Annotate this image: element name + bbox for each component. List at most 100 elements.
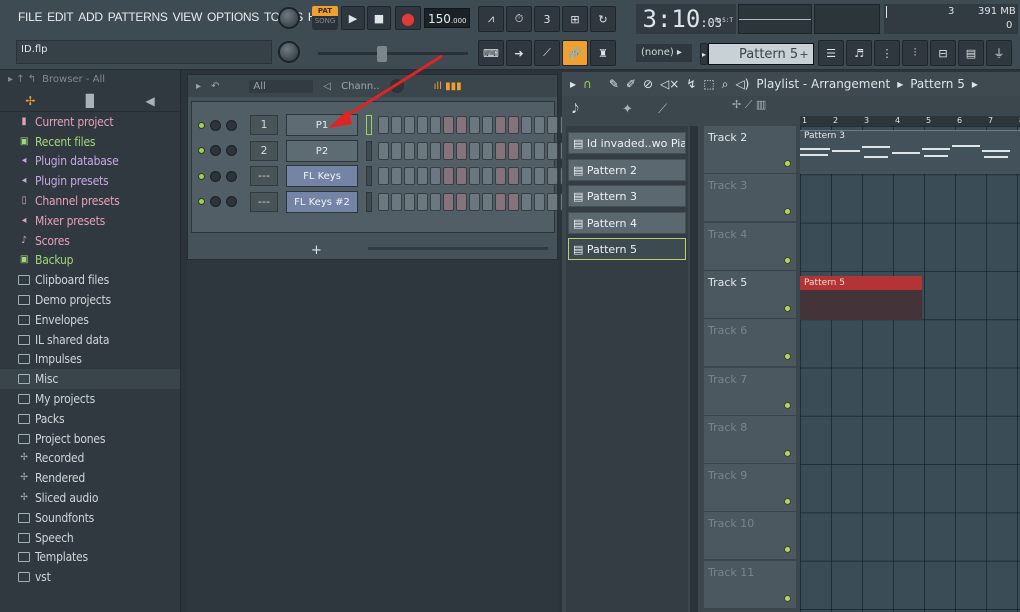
step-button[interactable] xyxy=(495,116,506,134)
magnet-icon[interactable]: ∩ xyxy=(583,77,592,91)
step-button[interactable] xyxy=(469,142,480,160)
step-button[interactable] xyxy=(469,167,480,185)
browser-item-soundfonts[interactable]: Soundfonts xyxy=(0,508,180,528)
step-button[interactable] xyxy=(521,167,532,185)
step-button[interactable] xyxy=(417,193,428,211)
preset-selector[interactable]: (none) ▸ xyxy=(636,44,692,62)
play-button[interactable]: ▶ xyxy=(341,6,365,30)
track-enable-led[interactable] xyxy=(784,595,791,602)
browser-tab-all-icon[interactable]: ✢ xyxy=(25,94,35,108)
channel-filter-dropdown[interactable]: All xyxy=(249,80,313,93)
clip-pattern-3[interactable]: Pattern 3 xyxy=(800,130,1020,174)
playback-icon[interactable]: ◁) xyxy=(735,77,749,91)
step-button[interactable] xyxy=(508,193,519,211)
browser-window-button[interactable]: ⊟ xyxy=(930,40,956,66)
step-button[interactable] xyxy=(378,193,389,211)
pattern-list-item[interactable]: ▤ Pattern 5 xyxy=(568,238,686,260)
step-button[interactable] xyxy=(482,116,493,134)
track-enable-led[interactable] xyxy=(784,160,791,167)
track-enable-led[interactable] xyxy=(784,257,791,264)
step-button[interactable] xyxy=(443,193,454,211)
stop-button[interactable]: ■ xyxy=(367,6,391,30)
channel-rack-window-button[interactable]: ⋮ xyxy=(874,40,900,66)
channel-mixer-track[interactable]: --- xyxy=(250,192,278,212)
track-enable-led[interactable] xyxy=(784,353,791,360)
browser-item-misc[interactable]: Misc xyxy=(0,369,180,389)
step-forward-button[interactable]: ➜ xyxy=(506,40,532,66)
channel-pan-knob[interactable] xyxy=(210,145,221,156)
track-header[interactable]: Track 5 xyxy=(704,271,796,319)
channel-pan-knob[interactable] xyxy=(210,120,221,131)
browser-item-project-bones[interactable]: Project bones xyxy=(0,429,180,449)
channel-mute-led[interactable] xyxy=(198,122,205,129)
step-button[interactable] xyxy=(404,116,415,134)
playlist-window-button[interactable]: ☰ xyxy=(818,40,844,66)
pattern-add-button[interactable]: + xyxy=(798,45,810,63)
track-header[interactable]: Track 4 xyxy=(704,223,796,271)
rack-scrollbar[interactable] xyxy=(368,247,548,250)
browser-item-plugin-presets[interactable]: ◂Plugin presets xyxy=(0,171,180,191)
step-button[interactable] xyxy=(404,167,415,185)
menu-options[interactable]: OPTIONS xyxy=(207,10,259,28)
browser-item-plugin-database[interactable]: ◂Plugin database xyxy=(0,152,180,172)
step-button[interactable] xyxy=(508,167,519,185)
step-button[interactable] xyxy=(495,193,506,211)
browser-tab-current-icon[interactable]: ▉ xyxy=(86,94,95,108)
channel-select-indicator[interactable] xyxy=(366,141,372,161)
track-enable-led[interactable] xyxy=(784,546,791,553)
graph-icon[interactable]: ıll ▮▮▮ xyxy=(434,81,462,92)
channel-volume-knob[interactable] xyxy=(226,120,237,131)
step-button[interactable] xyxy=(443,116,454,134)
step-button[interactable] xyxy=(482,167,493,185)
slip-icon[interactable]: ↯ xyxy=(686,77,696,91)
chevron-right-icon[interactable]: ▸ xyxy=(196,81,201,92)
track-header[interactable]: Track 10 xyxy=(704,512,796,560)
mute-icon[interactable]: ◁× xyxy=(660,77,679,91)
step-button[interactable] xyxy=(378,142,389,160)
pattern-list-item[interactable]: ▤ Pattern 2 xyxy=(568,159,686,181)
browser-item-clipboard-files[interactable]: Clipboard files xyxy=(0,270,180,290)
step-button[interactable] xyxy=(534,167,545,185)
step-button[interactable] xyxy=(404,142,415,160)
step-button[interactable] xyxy=(391,116,402,134)
step-button[interactable] xyxy=(469,116,480,134)
clip-pattern-5-body[interactable] xyxy=(800,290,922,320)
pencil-icon[interactable]: ✎ xyxy=(609,77,619,91)
browser-item-demo-projects[interactable]: Demo projects xyxy=(0,290,180,310)
chevron-right-icon[interactable]: ▸ xyxy=(570,77,576,91)
browser-arrow-icon[interactable]: ▸ ↑ ↰ xyxy=(8,74,36,86)
countdown-button[interactable]: 3 xyxy=(534,6,560,32)
step-button[interactable] xyxy=(508,142,519,160)
swing-knob[interactable] xyxy=(390,79,404,93)
step-button[interactable] xyxy=(391,167,402,185)
step-button[interactable] xyxy=(391,193,402,211)
step-button[interactable] xyxy=(443,142,454,160)
browser-item-backup[interactable]: ▣Backup xyxy=(0,251,180,271)
channel-name-button[interactable]: FL Keys #2 xyxy=(286,191,358,213)
step-button[interactable] xyxy=(417,167,428,185)
step-button[interactable] xyxy=(417,116,428,134)
snap-button[interactable]: ⟋ xyxy=(534,40,560,66)
undo-icon[interactable]: ↶ xyxy=(211,81,219,92)
record-button[interactable]: ● xyxy=(395,6,421,30)
delete-icon[interactable]: ⊘ xyxy=(643,77,653,91)
channel-mute-led[interactable] xyxy=(198,173,205,180)
channel-volume-knob[interactable] xyxy=(226,145,237,156)
step-button[interactable] xyxy=(495,167,506,185)
browser-item-sliced-audio[interactable]: ✢Sliced audio xyxy=(0,488,180,508)
browser-item-speech[interactable]: Speech xyxy=(0,528,180,548)
tutorial-button[interactable]: ♜ xyxy=(590,40,616,66)
step-button[interactable] xyxy=(378,116,389,134)
master-pitch-knob[interactable] xyxy=(278,41,300,63)
step-button[interactable] xyxy=(495,142,506,160)
browser-item-templates[interactable]: Templates xyxy=(0,548,180,568)
select-icon[interactable]: ⬚ xyxy=(703,77,714,91)
pattern-list-item[interactable]: ▤ Pattern 4 xyxy=(568,212,686,234)
browser-item-mixer-presets[interactable]: ◂Mixer presets xyxy=(0,211,180,231)
menu-edit[interactable]: EDIT xyxy=(47,10,73,28)
clip-pattern-5[interactable]: Pattern 5 xyxy=(800,276,922,290)
channel-volume-knob[interactable] xyxy=(226,171,237,182)
loop-record-button[interactable]: ↻ xyxy=(590,6,616,32)
pattern-list-item[interactable]: ▤ Pattern 3 xyxy=(568,185,686,207)
browser-item-packs[interactable]: Packs xyxy=(0,409,180,429)
